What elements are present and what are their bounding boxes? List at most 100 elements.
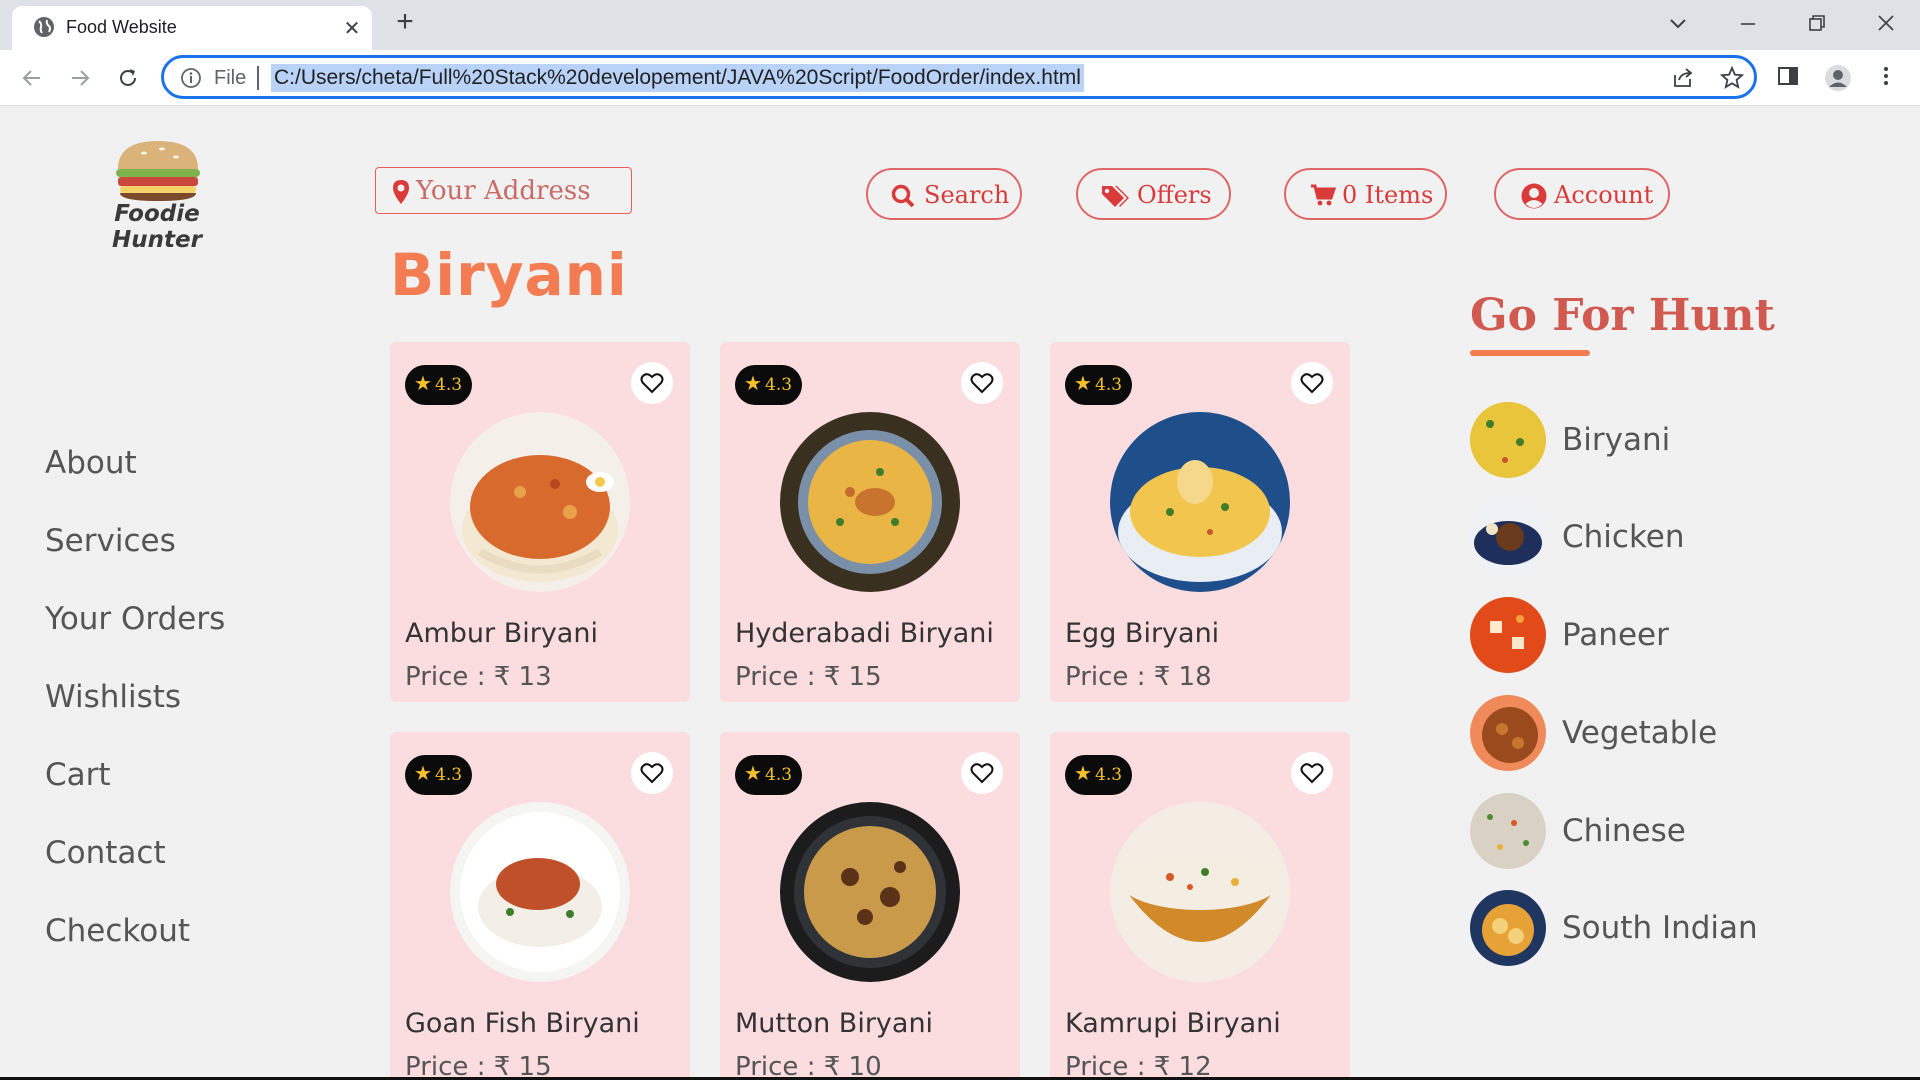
- cart-button-label: 0 Items: [1342, 181, 1434, 209]
- food-card-egg-biryani[interactable]: ★ 4.3 Egg Biryani Price : ₹ 18: [1050, 342, 1350, 702]
- category-chinese[interactable]: Chinese: [1470, 793, 1790, 871]
- food-card-ambur-biryani[interactable]: ★ 4.3 Ambur Biryani Price : ₹ 13: [390, 342, 690, 702]
- sidebar-item-contact[interactable]: Contact: [45, 835, 166, 871]
- search-icon: [891, 184, 915, 208]
- user-circle-icon: [1521, 183, 1547, 209]
- food-card-kamrupi-biryani[interactable]: ★ 4.3 Kamrupi Biryani Price : ₹ 12: [1050, 732, 1350, 1080]
- dish-name: Mutton Biryani: [735, 1008, 934, 1039]
- browser-toolbar: File C:/Users/cheta/Full%20Stack%20devel…: [0, 50, 1920, 106]
- offers-button-label: Offers: [1137, 181, 1212, 209]
- dish-name: Ambur Biryani: [405, 618, 598, 649]
- heart-icon[interactable]: [961, 362, 1003, 404]
- cart-button[interactable]: 0 Items: [1284, 168, 1447, 220]
- dish-price: Price : ₹ 12: [1065, 1052, 1212, 1080]
- heart-icon[interactable]: [631, 752, 673, 794]
- account-button-label: Account: [1554, 181, 1654, 209]
- rating-badge: ★ 4.3: [735, 365, 802, 405]
- star-icon: ★: [744, 761, 762, 785]
- url-separator: [257, 66, 259, 90]
- category-chicken[interactable]: Chicken: [1470, 499, 1790, 577]
- globe-icon: [32, 15, 56, 39]
- restore-icon[interactable]: [1797, 6, 1837, 40]
- category-label: Chinese: [1562, 813, 1686, 849]
- side-panel-icon[interactable]: [1776, 64, 1804, 92]
- food-card-hyderabadi-biryani[interactable]: ★ 4.3 Hyderabadi Biryani Price : ₹ 15: [720, 342, 1020, 702]
- tab-title: Food Website: [66, 17, 177, 37]
- rating-badge: ★ 4.3: [1065, 755, 1132, 795]
- rating-badge: ★ 4.3: [735, 755, 802, 795]
- category-thumb-chicken: [1470, 499, 1546, 575]
- heart-icon[interactable]: [1291, 752, 1333, 794]
- category-south-indian[interactable]: South Indian: [1470, 890, 1790, 968]
- food-card-goan-fish-biryani[interactable]: ★ 4.3 Goan Fish Biryani Price : ₹ 15: [390, 732, 690, 1080]
- heart-icon[interactable]: [1291, 362, 1333, 404]
- category-label: Biryani: [1562, 422, 1671, 458]
- burger-icon: [116, 141, 200, 201]
- heart-icon[interactable]: [961, 752, 1003, 794]
- info-icon[interactable]: [180, 67, 202, 89]
- category-vegetable[interactable]: Vegetable: [1470, 695, 1790, 773]
- dish-price: Price : ₹ 15: [735, 662, 882, 692]
- dish-image-goan-fish-biryani: [450, 802, 630, 982]
- star-icon: ★: [1074, 371, 1092, 395]
- sidebar-item-services[interactable]: Services: [45, 523, 176, 559]
- tab-search-chevron-icon[interactable]: [1658, 6, 1698, 40]
- dish-image-ambur-biryani: [450, 412, 630, 592]
- star-icon: ★: [1074, 761, 1092, 785]
- tags-icon: [1102, 186, 1129, 207]
- sidebar-item-your-orders[interactable]: Your Orders: [45, 601, 225, 637]
- close-tab-icon[interactable]: ✕: [337, 13, 367, 43]
- url-scheme-label: File: [214, 67, 247, 89]
- dish-image-hyderabadi-biryani: [780, 412, 960, 592]
- food-card-mutton-biryani[interactable]: ★ 4.3 Mutton Biryani Price : ₹ 10: [720, 732, 1020, 1080]
- bookmark-star-icon[interactable]: [1719, 65, 1747, 93]
- dish-price: Price : ₹ 18: [1065, 662, 1212, 692]
- url-text[interactable]: C:/Users/cheta/Full%20Stack%20developeme…: [271, 64, 1084, 92]
- category-thumb-vegetable: [1470, 695, 1546, 771]
- browser-tab[interactable]: Food Website ✕: [12, 6, 372, 50]
- category-thumb-biryani: [1470, 402, 1546, 478]
- star-icon: ★: [414, 371, 432, 395]
- map-pin-icon: [393, 180, 409, 204]
- profile-avatar-icon[interactable]: [1824, 64, 1852, 92]
- back-arrow-icon[interactable]: [16, 62, 48, 94]
- sidebar-item-checkout[interactable]: Checkout: [45, 913, 190, 949]
- category-thumb-chinese: [1470, 793, 1546, 869]
- category-thumb-paneer: [1470, 597, 1546, 673]
- logo[interactable]: Foodie Hunter: [72, 137, 242, 253]
- search-button[interactable]: Search: [866, 168, 1022, 220]
- dish-image-mutton-biryani: [780, 802, 960, 982]
- category-biryani[interactable]: Biryani: [1470, 402, 1790, 480]
- address-placeholder: Your Address: [416, 176, 591, 206]
- heart-icon[interactable]: [631, 362, 673, 404]
- cart-icon: [1311, 184, 1336, 206]
- browser-tab-strip: Food Website ✕ +: [0, 0, 1920, 50]
- hunt-title-underline: [1470, 350, 1590, 356]
- star-icon: ★: [414, 761, 432, 785]
- share-icon[interactable]: [1670, 65, 1698, 93]
- address-bar[interactable]: File C:/Users/cheta/Full%20Stack%20devel…: [161, 55, 1757, 99]
- dish-price: Price : ₹ 13: [405, 662, 552, 692]
- sidebar-item-wishlists[interactable]: Wishlists: [45, 679, 181, 715]
- forward-arrow-icon[interactable]: [64, 62, 96, 94]
- dish-price: Price : ₹ 10: [735, 1052, 882, 1080]
- rating-badge: ★ 4.3: [1065, 365, 1132, 405]
- minimize-icon[interactable]: [1728, 6, 1768, 40]
- close-window-icon[interactable]: [1866, 6, 1906, 40]
- address-input[interactable]: Your Address: [375, 167, 632, 214]
- dish-name: Goan Fish Biryani: [405, 1008, 640, 1039]
- rating-badge: ★ 4.3: [405, 365, 472, 405]
- sidebar-item-about[interactable]: About: [45, 445, 137, 481]
- hunt-title: Go For Hunt: [1470, 290, 1775, 341]
- reload-icon[interactable]: [112, 62, 144, 94]
- more-menu-icon[interactable]: [1874, 64, 1902, 92]
- account-button[interactable]: Account: [1494, 168, 1670, 220]
- sidebar-item-cart[interactable]: Cart: [45, 757, 111, 793]
- new-tab-button[interactable]: +: [388, 6, 422, 40]
- dish-image-kamrupi-biryani: [1110, 802, 1290, 982]
- dish-name: Hyderabadi Biryani: [735, 618, 994, 649]
- category-paneer[interactable]: Paneer: [1470, 597, 1790, 675]
- offers-button[interactable]: Offers: [1076, 168, 1231, 220]
- category-label: Paneer: [1562, 617, 1669, 653]
- category-label: South Indian: [1562, 910, 1758, 946]
